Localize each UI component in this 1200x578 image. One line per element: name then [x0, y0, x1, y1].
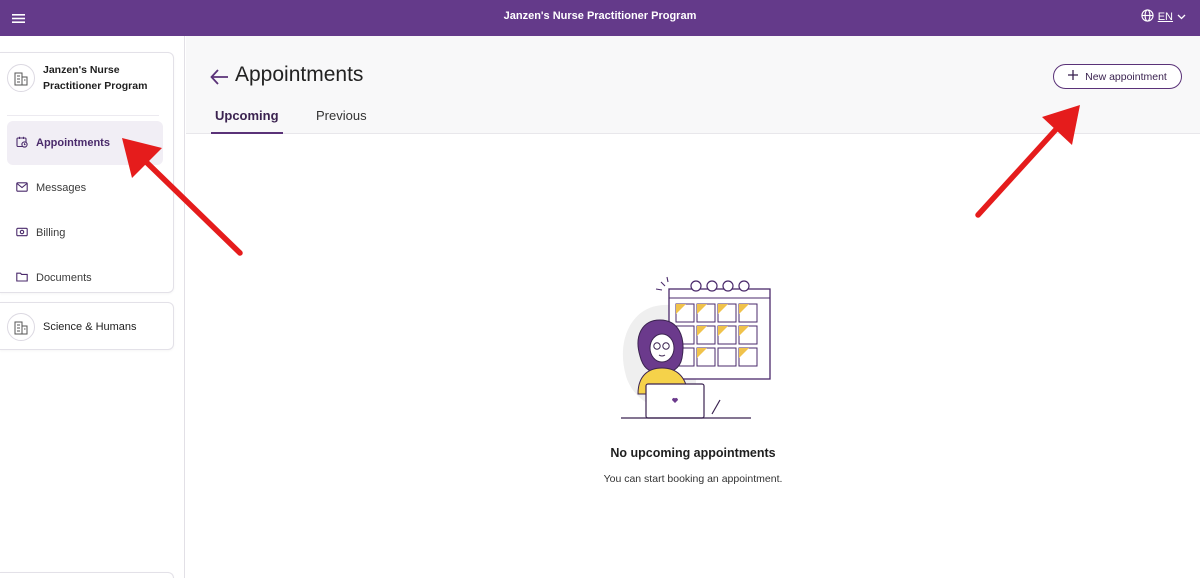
sidebar-item-label: Appointments	[36, 137, 110, 149]
sidebar-footer	[0, 572, 174, 578]
sidebar-item-messages[interactable]: Messages	[7, 166, 163, 210]
money-icon	[16, 227, 28, 240]
building-icon	[7, 313, 35, 341]
back-arrow-icon[interactable]	[210, 66, 230, 88]
menu-icon[interactable]	[6, 6, 30, 30]
org-header: Science & Humans	[7, 313, 137, 341]
new-appointment-button[interactable]: New appointment	[1053, 64, 1182, 89]
main-content: Appointments New appointment Upcoming Pr…	[186, 36, 1200, 578]
plus-icon	[1068, 70, 1079, 83]
calendar-clock-icon	[16, 136, 28, 151]
org-name: Science & Humans	[43, 321, 137, 333]
sidebar-item-billing[interactable]: Billing	[7, 211, 163, 255]
top-bar: Janzen's Nurse Practitioner Program EN	[0, 0, 1200, 36]
sidebar-item-documents[interactable]: Documents	[7, 256, 163, 300]
new-appointment-label: New appointment	[1085, 70, 1167, 83]
language-code: EN	[1157, 11, 1173, 23]
app-title: Janzen's Nurse Practitioner Program	[503, 10, 697, 22]
page-header: Appointments New appointment Upcoming Pr…	[186, 36, 1200, 134]
page-title: Appointments	[235, 63, 364, 86]
envelope-icon	[16, 181, 28, 195]
tab-previous[interactable]: Previous	[312, 108, 371, 134]
org-header[interactable]: Janzen's Nurse Practitioner Program	[7, 62, 163, 94]
sidebar-item-appointments[interactable]: Appointments	[7, 121, 163, 165]
sidebar: Janzen's Nurse Practitioner Program Appo…	[0, 36, 185, 578]
building-icon	[7, 64, 35, 92]
org-name: Janzen's Nurse Practitioner Program	[43, 64, 148, 92]
empty-state-illustration	[621, 276, 771, 419]
sidebar-item-label: Billing	[36, 227, 66, 239]
sidebar-item-label: Documents	[36, 272, 92, 284]
tab-upcoming[interactable]: Upcoming	[211, 108, 283, 134]
empty-state-title: No upcoming appointments	[610, 446, 776, 460]
org-card-primary: Janzen's Nurse Practitioner Program Appo…	[0, 52, 174, 293]
language-selector[interactable]: EN	[1141, 6, 1186, 28]
chevron-down-icon	[1177, 11, 1186, 23]
empty-state-subtitle: You can start booking an appointment.	[603, 473, 783, 485]
folder-icon	[16, 272, 28, 285]
divider	[7, 115, 159, 116]
org-card-secondary[interactable]: Science & Humans	[0, 302, 174, 350]
globe-icon	[1141, 9, 1154, 25]
sidebar-item-label: Messages	[36, 182, 87, 194]
